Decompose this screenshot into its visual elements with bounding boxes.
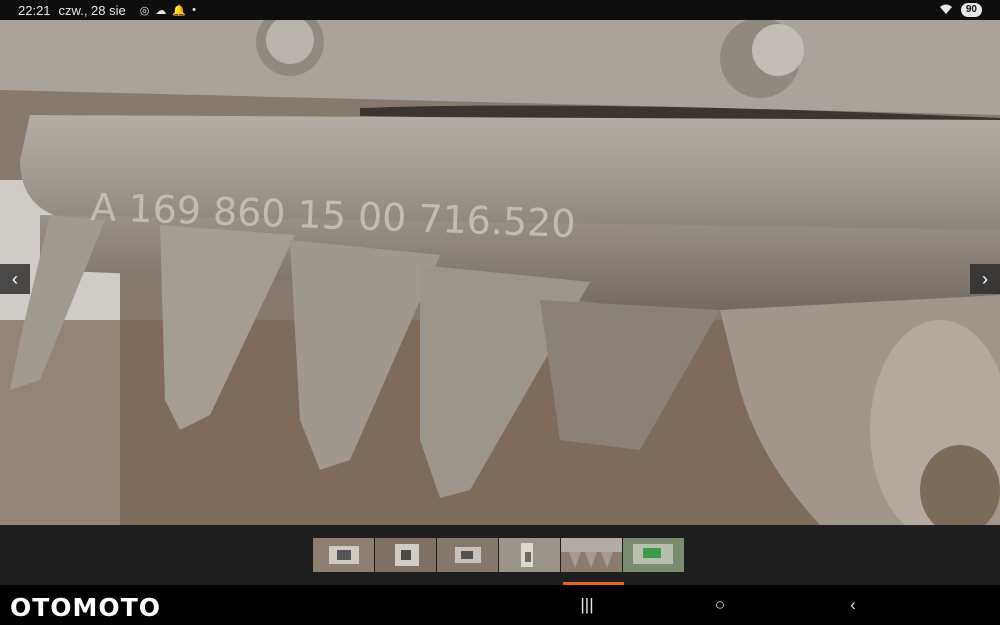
back-button[interactable]: ‹ — [838, 595, 868, 615]
thumbnail-strip — [0, 525, 1000, 585]
status-time: 22:21 — [18, 2, 51, 18]
thumbnail-1[interactable] — [313, 538, 374, 572]
status-date: czw., 28 sie — [58, 2, 126, 18]
dot-icon: • — [192, 4, 196, 16]
recents-icon: ||| — [580, 595, 594, 614]
chrome-icon: ◎ — [139, 4, 150, 17]
status-right: 90 — [939, 3, 982, 18]
cloud-icon: ☁ — [155, 4, 167, 17]
status-left: 22:21 czw., 28 sie ◎ ☁ 🔔 • — [18, 3, 196, 18]
thumbnail-5[interactable] — [561, 538, 622, 572]
thumbnail-4[interactable] — [499, 538, 560, 572]
chevron-left-icon: ‹ — [12, 268, 18, 289]
thumbnail-list — [313, 538, 684, 572]
steering-rack-photo: A 169 860 15 00 716.520 — [0, 20, 1000, 525]
otomoto-logo[interactable]: OTOMOTO — [10, 593, 161, 622]
bottom-bar: OTOMOTO ||| ○ ‹ — [0, 585, 1000, 625]
recents-button[interactable]: ||| — [572, 595, 602, 615]
home-button[interactable]: ○ — [705, 595, 735, 615]
gallery-main-photo[interactable]: A 169 860 15 00 716.520 — [0, 20, 1000, 525]
thumbnail-3[interactable] — [437, 538, 498, 572]
status-icons: ◎ ☁ 🔔 • — [140, 4, 196, 17]
wifi-icon — [939, 3, 953, 18]
home-icon: ○ — [714, 595, 726, 614]
thumbnail-2[interactable] — [375, 538, 436, 572]
back-icon: ‹ — [850, 595, 856, 614]
status-bar: 22:21 czw., 28 sie ◎ ☁ 🔔 • 90 — [0, 0, 1000, 20]
bell-icon: 🔔 — [172, 4, 187, 17]
gallery-next-button[interactable]: › — [970, 264, 1000, 294]
gallery-prev-button[interactable]: ‹ — [0, 264, 30, 294]
battery-indicator: 90 — [960, 3, 982, 17]
chevron-right-icon: › — [982, 268, 988, 289]
thumbnail-6[interactable] — [623, 538, 684, 572]
